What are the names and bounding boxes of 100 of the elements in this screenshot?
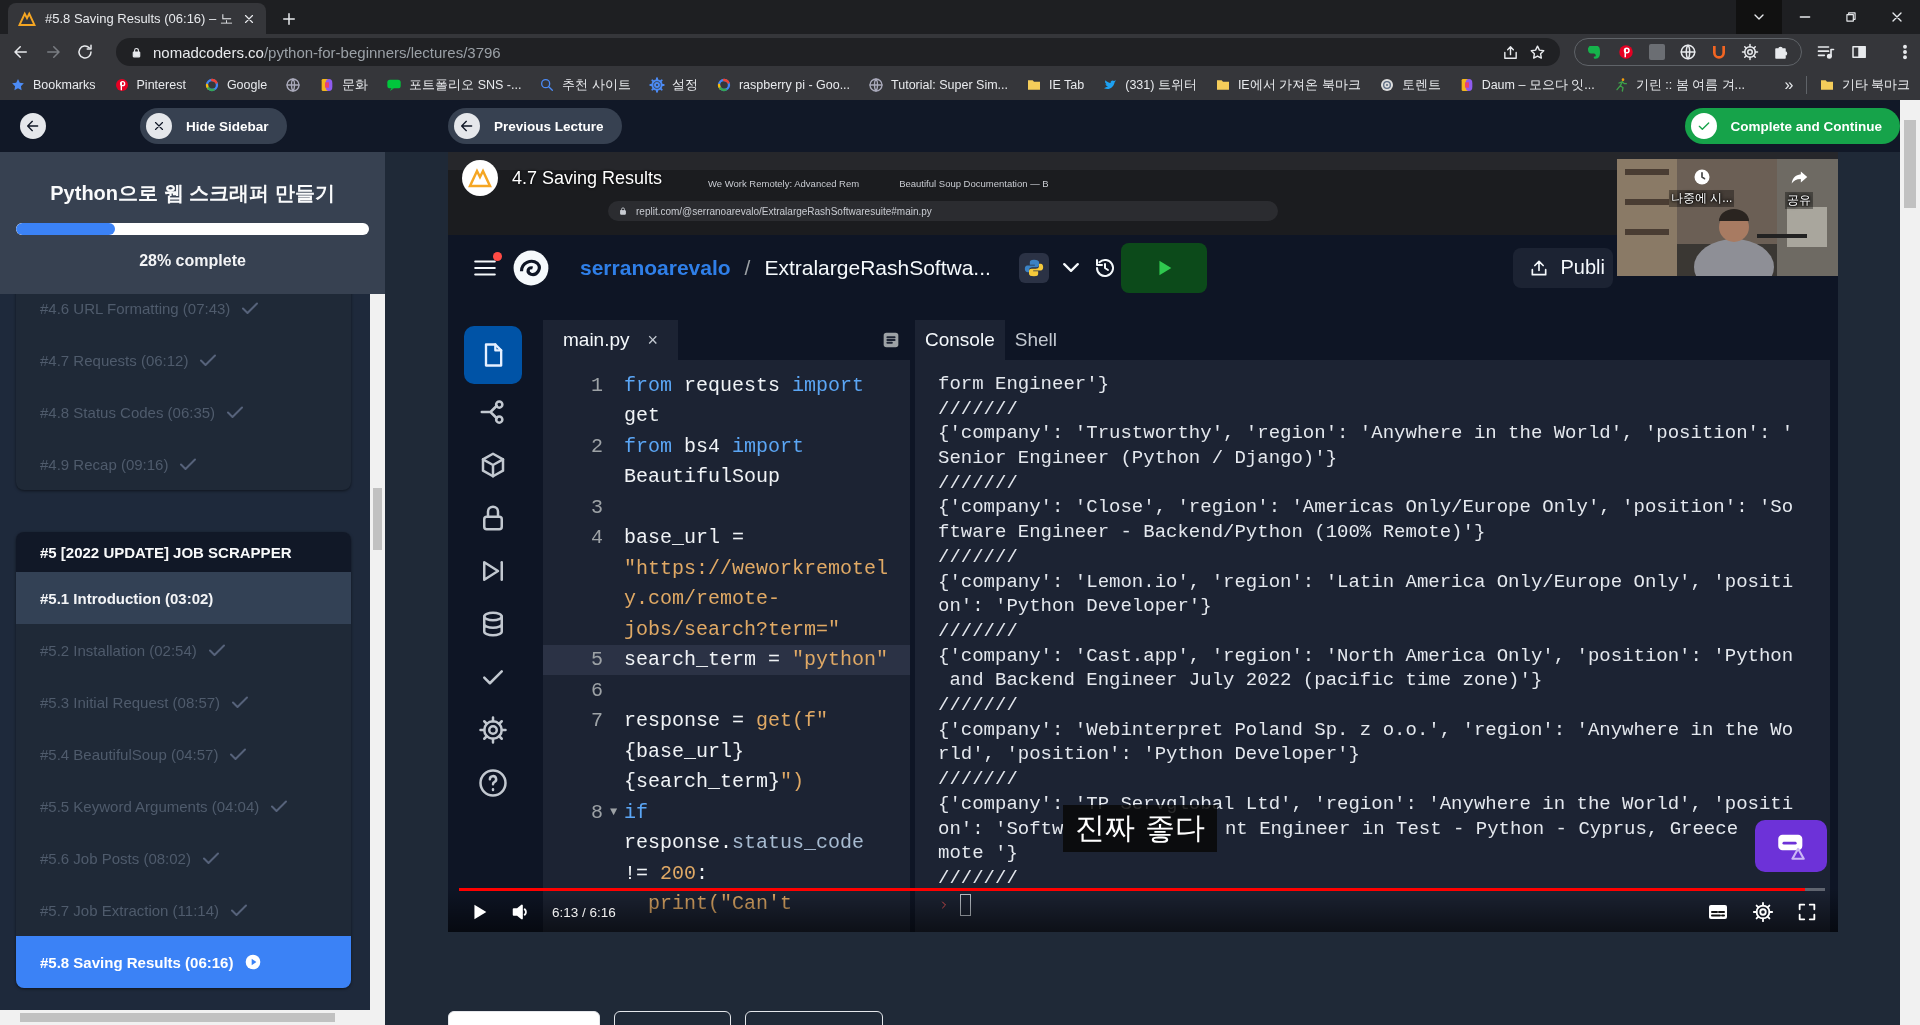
line-number: 4 [590,526,603,550]
pin-icon[interactable] [1617,43,1635,61]
line-number: 1 [590,373,603,397]
console-line: /////// [938,544,1018,570]
check-icon [231,904,247,916]
ring-icon [715,77,732,93]
check-icon [230,748,247,760]
bookmark[interactable]: 문화 [319,76,369,94]
console-line: /////// [938,396,1018,422]
star-icon[interactable] [1529,43,1546,61]
bookmark[interactable] [285,77,302,93]
progress-track[interactable] [459,888,1825,891]
code-line: y.com/remote- [624,587,782,611]
play-icon [245,954,262,970]
folder-icon [1214,77,1231,93]
line-number: 2 [590,434,603,458]
check-icon [232,696,249,708]
console-line: and Backend Engineer July 2022 (pacific time zone)'} [948,668,1543,693]
console-line: /////// [938,692,1018,718]
share-icon[interactable] [1502,43,1519,61]
globe-icon[interactable] [1679,43,1697,61]
bookmark[interactable]: 기린 :: 봄 여름 겨... [1612,76,1746,94]
line-number: 5 [590,648,603,672]
scrollbar[interactable] [1900,100,1920,1025]
back-icon [459,118,475,134]
lesson-item[interactable]: #5.1 Introduction (03:02) [16,572,351,624]
chat-button[interactable] [1755,820,1827,872]
chevron-down-icon [1062,263,1079,272]
path-separator: / [744,255,751,280]
reload-icon[interactable] [76,43,94,61]
video-time: 6:13 / 6:16 [552,904,616,920]
triangle-icon [18,10,36,27]
lock-icon [130,45,143,59]
code-line: if [624,800,649,824]
code-line: != 200: [624,861,710,885]
more-bookmarks[interactable]: » [1784,76,1794,94]
bookmark[interactable]: 포트폴리오 SNS -... [386,76,522,94]
watch-later-label[interactable]: 나중에 시... [1669,190,1735,207]
code-line: get [624,404,661,428]
bookmark[interactable]: Pinterest [113,77,186,93]
lesson-item[interactable]: #5.8 Saving Results (06:16) [16,936,351,988]
bookmark[interactable]: Google [203,77,268,93]
fold-arrow: ▼ [608,805,619,820]
scrollbar[interactable] [0,1010,385,1025]
video-title: 4.7 Saving Results [512,167,663,189]
console-tab: Console [915,320,1005,360]
pin-icon [113,77,130,93]
console-tab: Shell [1004,320,1067,360]
code-line: print("Can't [647,892,794,916]
ring-icon [203,77,220,93]
console-line: on': 'Softw [938,817,1064,840]
back-button[interactable] [20,113,46,139]
forward-icon[interactable] [44,43,62,61]
check-icon [271,800,288,812]
back-icon[interactable] [12,43,30,61]
code-line: {base_url} [624,739,746,763]
sidebar-icon[interactable] [1850,43,1868,61]
code-line: response = get(f" [624,709,830,733]
bookmark[interactable]: Daum – 모으다 잇... [1458,76,1595,94]
console-line: /////// [938,865,1018,891]
console-line: /////// [938,618,1018,644]
check-icon [200,354,217,366]
bookmark[interactable]: 추천 사이트 [539,76,631,94]
magnet-icon[interactable] [1711,43,1727,61]
bookmark[interactable]: (331) 트위터 [1102,76,1197,94]
bookmark[interactable]: IE에서 가져온 북마크 [1214,76,1361,94]
bookmark[interactable]: 설정 [648,76,698,94]
previous-lecture-button[interactable]: Previous Lecture [448,108,622,144]
console-line: mote '} [938,841,1018,866]
address-bar[interactable]: nomadcoders.co/python-for-beginners/lectures/3796 [116,38,1560,66]
bookmark[interactable]: Tutorial: Super Sim... [868,77,1008,93]
bookmark[interactable]: 토렌트 [1378,76,1441,94]
recorded-address-bar: replit.com/@serranoarevalo/ExtralargeRashSoftwaresuite#main.py [608,201,1278,221]
settings-icon[interactable] [1752,901,1774,923]
text-cursor [960,894,971,917]
check-icon [227,406,244,418]
code-line: base_url = [624,526,746,550]
bookmark[interactable]: Bookmarks [10,77,96,93]
url-text: nomadcoders.co/python-for-beginners/lectures/3796 [153,43,501,61]
browser-tab[interactable]: #5.8 Saving Results (06:16) – 노 [8,3,266,34]
video-player[interactable] [448,152,1838,932]
fullscreen-icon[interactable] [1796,901,1818,923]
hide-sidebar-button[interactable]: Hide Sidebar [140,108,287,144]
publish-button: Publi [1512,247,1613,288]
video-subtitle: 진짜 좋다 [1063,805,1217,853]
progress-text: 28% complete [139,252,246,270]
restore-icon[interactable] [1844,10,1858,24]
owner-link: serranoarevalo [580,255,731,280]
bookmark[interactable]: 기타 북마크 [1818,76,1910,94]
bookmark[interactable]: raspberry pi - Goo... [715,77,851,93]
gear-icon[interactable] [1741,43,1759,61]
scrollbar[interactable] [370,294,385,1010]
console-line: Senior Engineer (Python / Django)'} [938,446,1338,471]
bookmark[interactable]: IE Tab [1026,77,1085,93]
gear-icon [478,715,508,745]
console-line: rld', 'position': 'Python Developer'} [938,742,1360,767]
repl-name: ExtralargeRashSoftwa... [764,255,991,280]
code-line: BeautifulSoup [624,465,782,489]
file-tab: main.py × [543,320,679,360]
check-icon [202,852,219,864]
